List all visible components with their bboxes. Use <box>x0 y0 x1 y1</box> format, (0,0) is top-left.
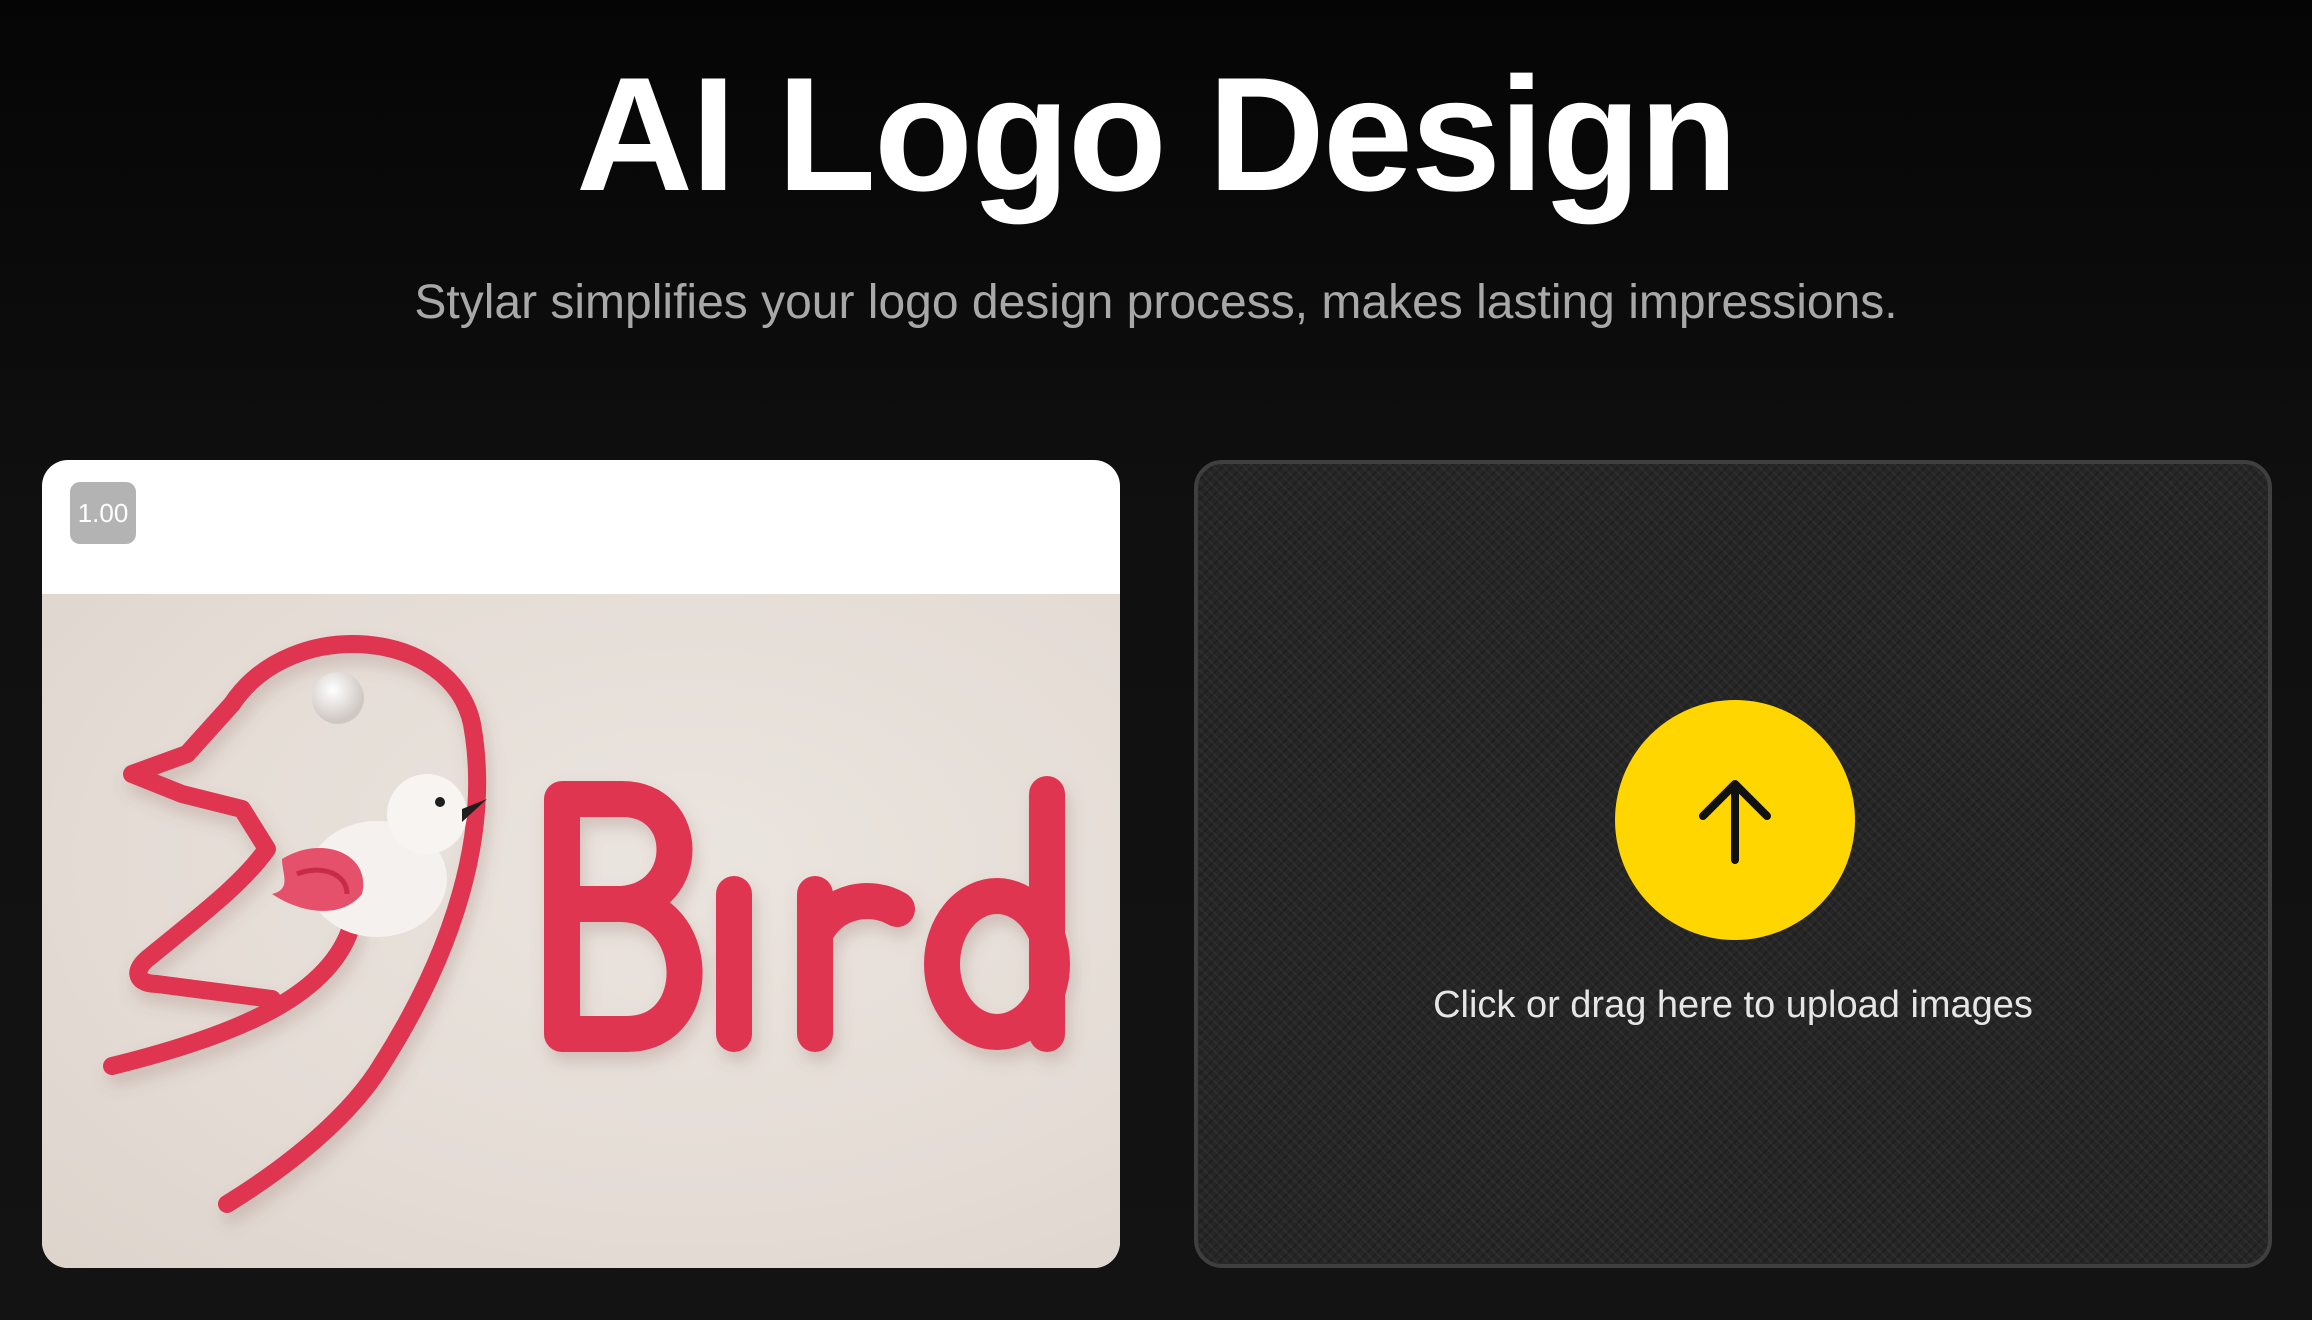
upload-button[interactable] <box>1615 700 1855 940</box>
upload-dropzone[interactable]: Click or drag here to upload images <box>1194 460 2272 1268</box>
page-subtitle: Stylar simplifies your logo design proce… <box>414 276 1898 329</box>
upload-hint: Click or drag here to upload images <box>1433 984 2033 1026</box>
logo-preview-image <box>42 594 1120 1268</box>
page: AI Logo Design Stylar simplifies your lo… <box>0 0 2312 1320</box>
preview-card: 1.00 <box>42 460 1120 1268</box>
zoom-badge: 1.00 <box>70 482 136 544</box>
page-title: AI Logo Design <box>576 44 1738 225</box>
bird-logo-graphic <box>103 635 1070 1213</box>
arrow-up-icon <box>1699 780 1771 864</box>
